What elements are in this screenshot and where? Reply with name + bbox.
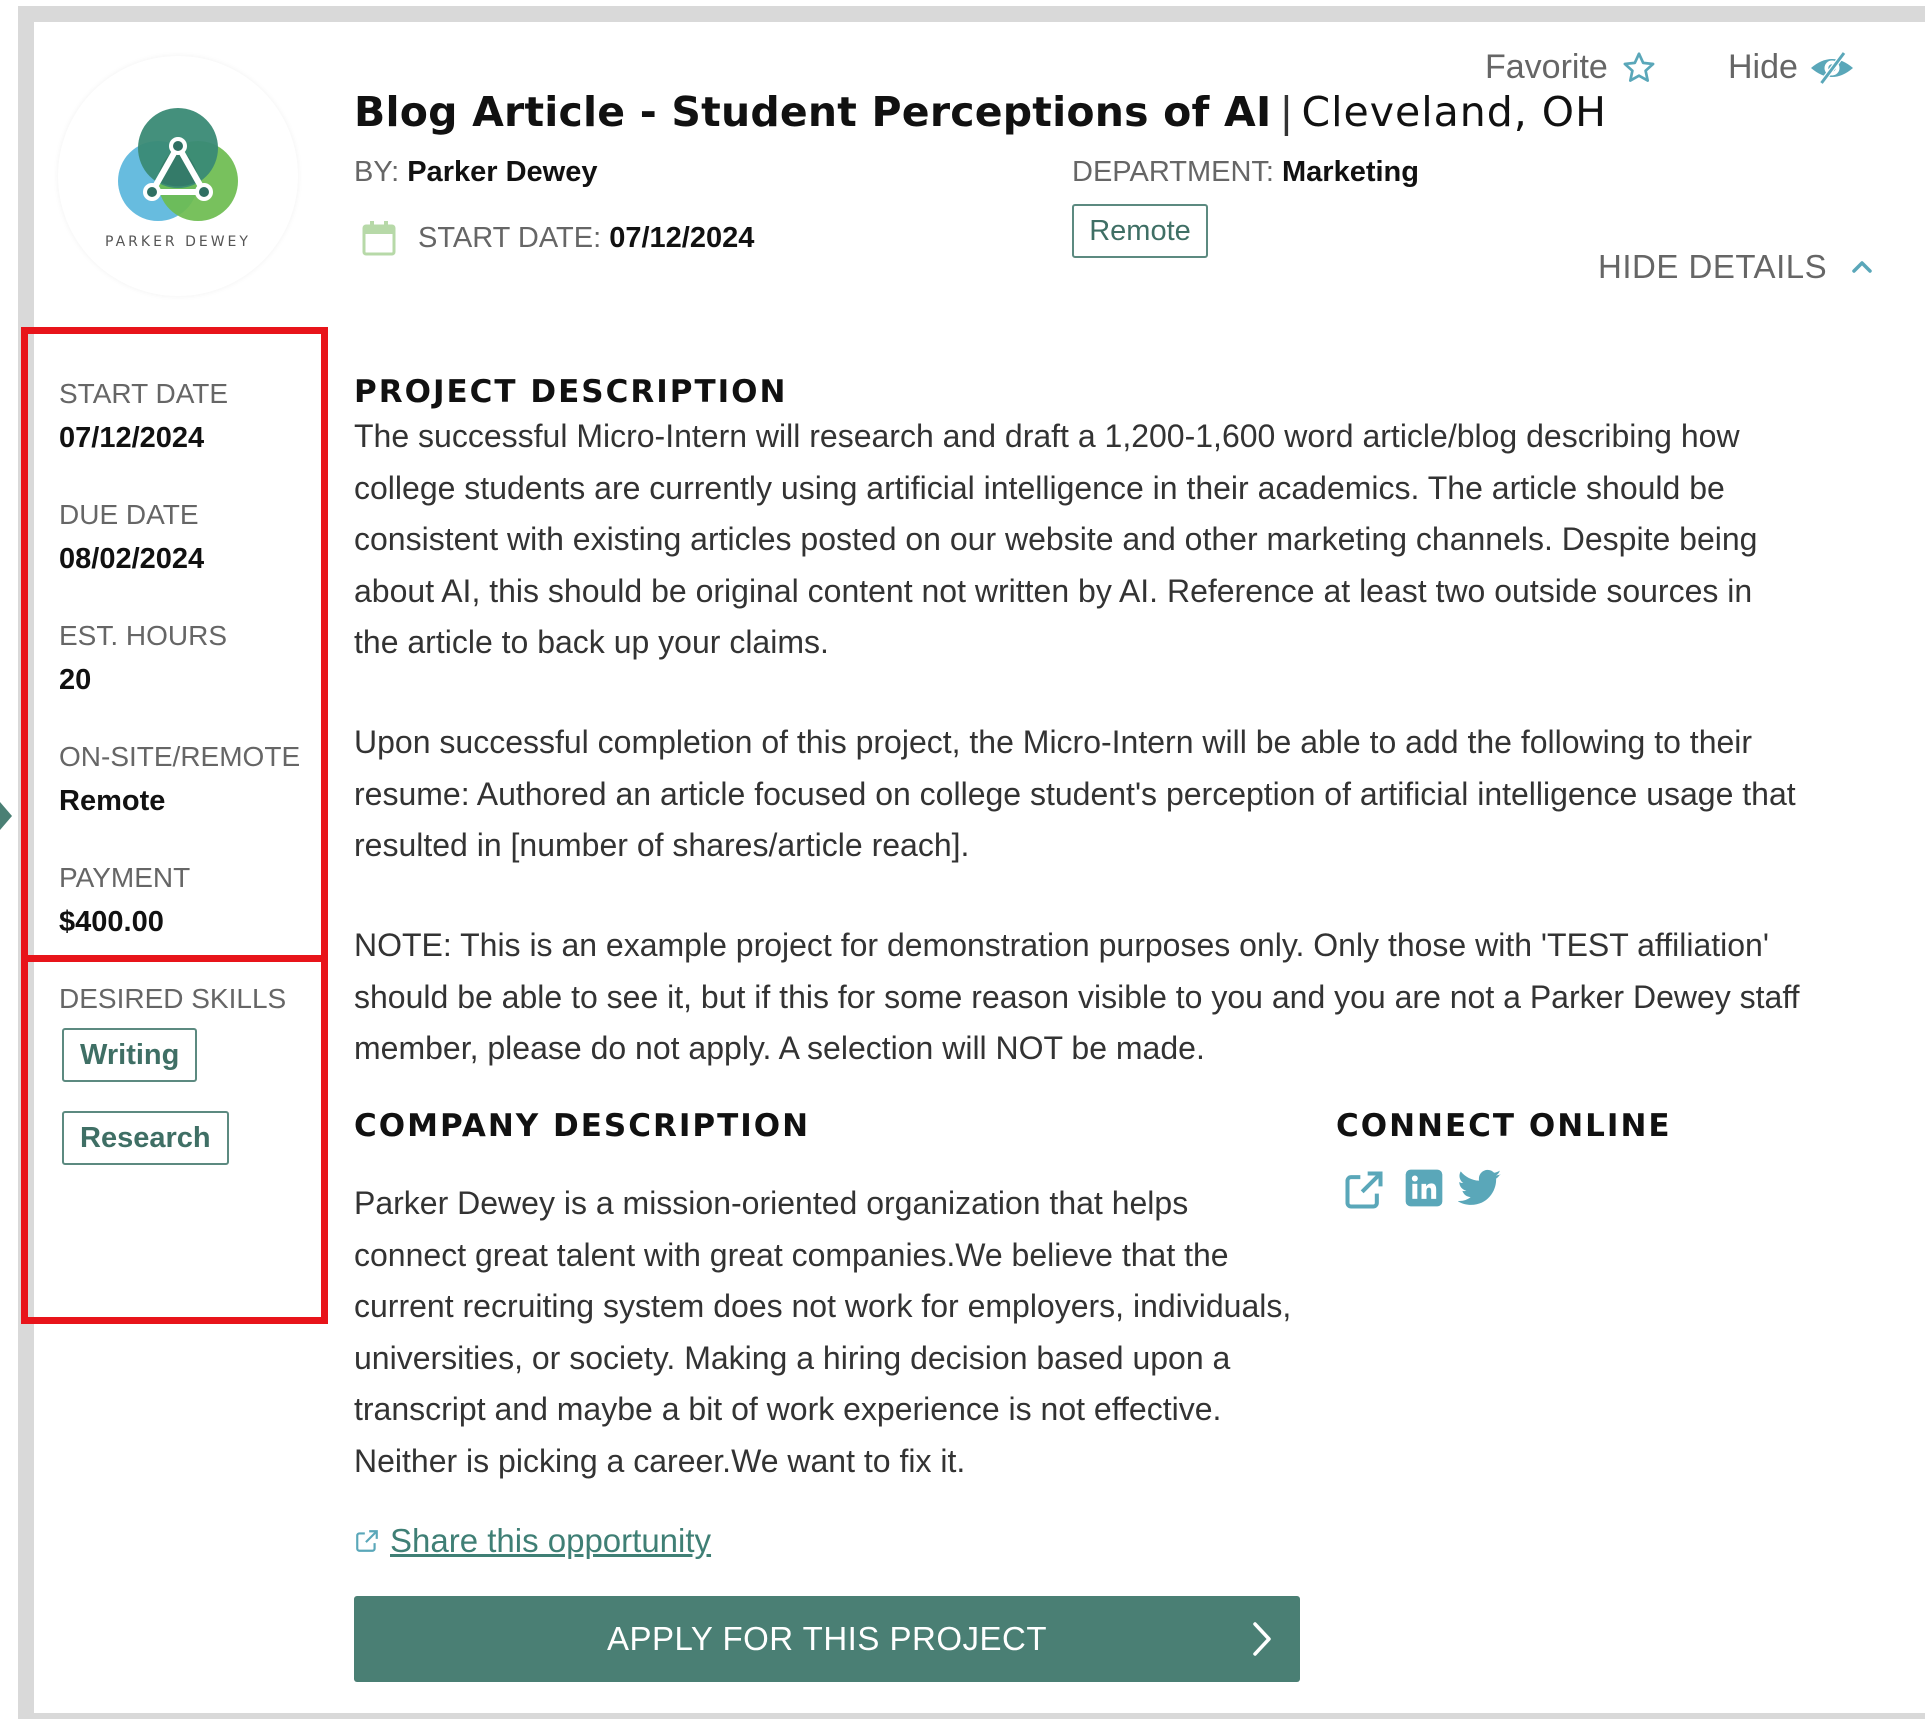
header-start-text: START DATE: 07/12/2024 [418, 222, 754, 255]
skill-tag: Research [62, 1111, 229, 1165]
hide-label: Hide [1728, 48, 1798, 86]
share-opportunity-link[interactable]: Share this opportunity [354, 1522, 711, 1560]
calendar-icon [362, 221, 396, 256]
hide-details-label: HIDE DETAILS [1598, 248, 1828, 285]
title-separator: | [1279, 88, 1294, 136]
project-description-p2: Upon successful completion of this proje… [354, 724, 1796, 863]
project-title-text: Blog Article - Student Perceptions of AI [354, 88, 1272, 136]
favorite-button[interactable]: Favorite [1485, 48, 1658, 87]
meta-onsite-label: ON-SITE/REMOTE [59, 741, 301, 772]
hide-button[interactable]: Hide [1728, 48, 1856, 87]
star-icon [1623, 51, 1655, 82]
apply-button-label: APPLY FOR THIS PROJECT [606, 1620, 1048, 1657]
connect-online-heading: CONNECT ONLINE [1336, 1108, 1672, 1144]
department-name: Marketing [1282, 156, 1419, 188]
logo-wordmark: PARKER DEWEY [105, 234, 251, 250]
meta-start-date-value: 07/12/2024 [59, 422, 205, 454]
desired-skills-label: DESIRED SKILLS [59, 983, 287, 1014]
author-line: BY: Parker Dewey [354, 156, 597, 189]
eye-slash-icon [1810, 50, 1853, 85]
meta-start-date-label: START DATE [59, 378, 229, 409]
twitter-icon[interactable] [1458, 1168, 1502, 1208]
company-description-text: Parker Dewey is a mission-oriented organ… [354, 1185, 1292, 1479]
department-line: DEPARTMENT: Marketing [1072, 156, 1419, 189]
project-title: Blog Article - Student Perceptions of AI… [354, 88, 1607, 136]
meta-onsite-value: Remote [59, 785, 166, 817]
project-description-p1: The successful Micro-Intern will researc… [354, 418, 1758, 660]
project-description-note: NOTE: This is an example project for dem… [354, 927, 1800, 1066]
linkedin-icon[interactable] [1404, 1168, 1444, 1208]
favorite-label: Favorite [1485, 48, 1608, 86]
meta-hours-label: EST. HOURS [59, 620, 228, 651]
header-start-value: 07/12/2024 [609, 221, 755, 254]
parker-dewey-logo-icon [118, 108, 238, 221]
hide-details-toggle[interactable]: HIDE DETAILS [1598, 248, 1873, 286]
author-name: Parker Dewey [407, 156, 598, 188]
skill-tag: Writing [62, 1028, 198, 1082]
chevron-right-icon [1253, 1622, 1271, 1656]
project-location: Cleveland, OH [1301, 88, 1607, 136]
chevron-up-icon [1852, 261, 1872, 273]
external-link-icon[interactable] [1342, 1168, 1386, 1212]
share-external-icon [356, 1530, 378, 1552]
project-description-heading: PROJECT DESCRIPTION [354, 374, 788, 410]
meta-due-date-value: 08/02/2024 [59, 543, 205, 575]
company-description-heading: COMPANY DESCRIPTION [354, 1108, 811, 1144]
apply-button[interactable]: APPLY FOR THIS PROJECT [354, 1596, 1300, 1682]
share-opportunity-label: Share this opportunity [390, 1522, 712, 1559]
meta-payment-value: $400.00 [59, 906, 164, 938]
header-start-date: START DATE: 07/12/2024 [362, 220, 754, 256]
company-logo: PARKER DEWEY [58, 56, 298, 296]
remote-tag: Remote [1072, 204, 1208, 258]
project-card: PARKER DEWEY Blog Article - Student Perc… [0, 0, 1925, 1719]
author-label: BY: [354, 156, 400, 188]
department-label: DEPARTMENT: [1072, 156, 1274, 188]
meta-payment-label: PAYMENT [59, 862, 191, 893]
meta-due-date-label: DUE DATE [59, 499, 199, 530]
header-start-label: START DATE: [418, 221, 602, 254]
meta-hours-value: 20 [59, 664, 92, 696]
